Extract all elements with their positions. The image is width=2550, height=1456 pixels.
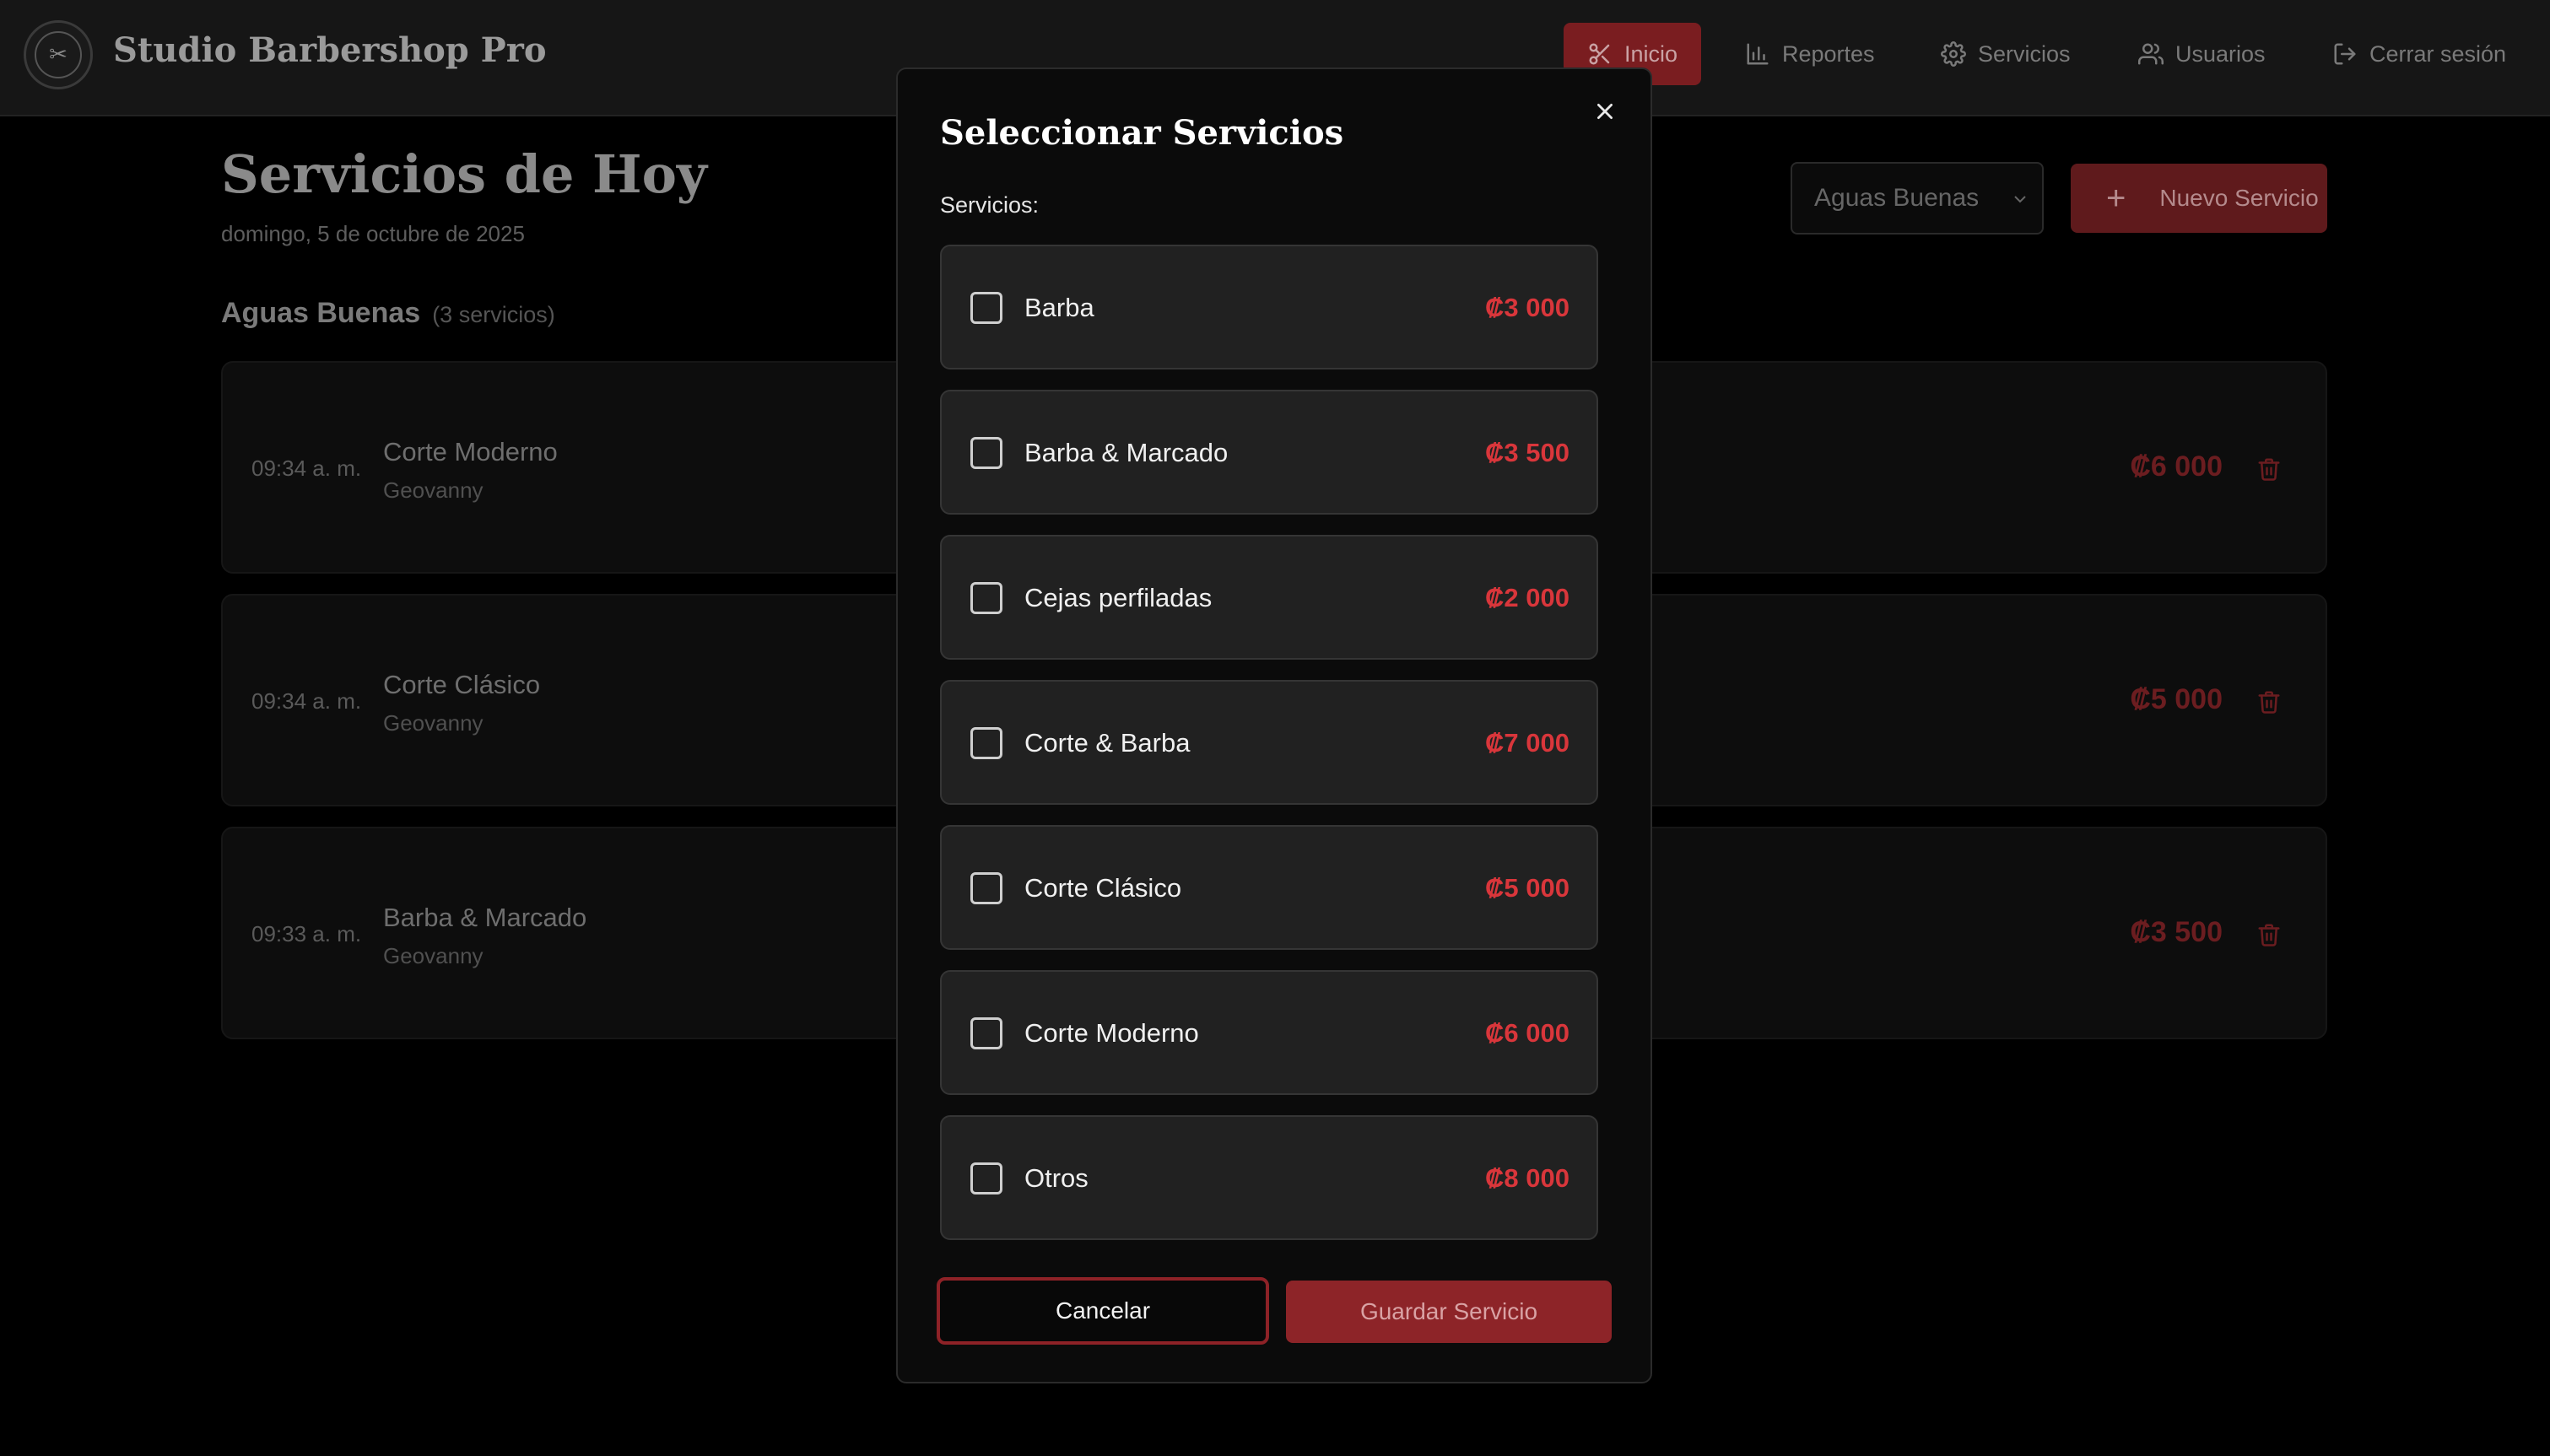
option-price: ₡3 500 — [1485, 438, 1569, 467]
service-checkbox[interactable] — [970, 727, 1002, 759]
option-price: ₡5 000 — [1485, 873, 1569, 903]
gear-icon — [1941, 41, 1966, 67]
nav-label: Inicio — [1624, 40, 1678, 67]
service-checkbox[interactable] — [970, 437, 1002, 469]
service-barber: Geovanny — [383, 943, 484, 968]
service-price: ₡3 500 — [2130, 916, 2223, 948]
barber-pole-icon: ✂ — [35, 31, 82, 78]
service-checkbox[interactable] — [970, 872, 1002, 904]
save-service-button[interactable]: Guardar Servicio — [1286, 1281, 1612, 1343]
service-option[interactable]: Otros ₡8 000 — [940, 1115, 1598, 1240]
trash-icon[interactable] — [2256, 688, 2282, 715]
service-option[interactable]: Corte Moderno ₡6 000 — [940, 970, 1598, 1095]
service-time: 09:33 a. m. — [251, 921, 362, 946]
service-barber: Geovanny — [383, 710, 484, 736]
option-price: ₡7 000 — [1485, 728, 1569, 758]
service-name: Corte Clásico — [383, 670, 541, 699]
chevron-down-icon — [2014, 196, 2026, 203]
service-time: 09:34 a. m. — [251, 456, 362, 481]
scissors-icon — [1589, 43, 1610, 65]
nav-label: Reportes — [1782, 40, 1875, 67]
page-date: domingo, 5 de octubre de 2025 — [221, 221, 525, 246]
service-option[interactable]: Barba ₡3 000 — [940, 245, 1598, 369]
option-price: ₡8 000 — [1485, 1163, 1569, 1193]
nav-servicios[interactable]: Servicios — [1941, 23, 2071, 85]
option-name: Barba & Marcado — [1024, 438, 1229, 467]
section-title: Aguas Buenas (3 servicios) — [221, 297, 555, 330]
option-name: Corte Moderno — [1024, 1018, 1199, 1048]
modal-title: Seleccionar Servicios — [940, 113, 1344, 153]
nav-usuarios[interactable]: Usuarios — [2138, 23, 2266, 85]
logout-icon — [2334, 43, 2356, 65]
section-count: (3 servicios) — [432, 302, 555, 327]
branch-select[interactable]: Aguas Buenas — [1791, 162, 2044, 235]
option-name: Corte Clásico — [1024, 873, 1182, 903]
service-name: Barba & Marcado — [383, 903, 587, 932]
section-branch-name: Aguas Buenas — [221, 297, 421, 329]
bar-chart-icon — [1747, 43, 1769, 65]
service-checkbox[interactable] — [970, 582, 1002, 614]
service-time: 09:34 a. m. — [251, 688, 362, 714]
service-option[interactable]: Corte & Barba ₡7 000 — [940, 680, 1598, 805]
branch-select-value: Aguas Buenas — [1814, 184, 1980, 212]
cancel-button[interactable]: Cancelar — [937, 1277, 1269, 1345]
new-service-label: Nuevo Servicio — [2159, 185, 2319, 211]
brand-name: Studio Barbershop Pro — [113, 30, 547, 70]
plus-icon: + — [2106, 180, 2126, 217]
trash-icon[interactable] — [2256, 456, 2282, 483]
service-checkbox[interactable] — [970, 292, 1002, 324]
service-option[interactable]: Barba & Marcado ₡3 500 — [940, 390, 1598, 515]
services-label: Servicios: — [940, 192, 1040, 218]
nav-label: Cerrar sesión — [2369, 40, 2507, 67]
service-name: Corte Moderno — [383, 437, 558, 466]
nav-cerrar-sesion[interactable]: Cerrar sesión — [2332, 23, 2506, 85]
new-service-button[interactable]: + Nuevo Servicio — [2071, 164, 2327, 233]
barbershop-logo[interactable]: ✂ — [24, 20, 93, 89]
page-title: Servicios de Hoy — [221, 143, 707, 205]
service-checkbox[interactable] — [970, 1017, 1002, 1049]
option-price: ₡3 000 — [1485, 293, 1569, 322]
select-services-modal: Seleccionar Servicios Servicios: Barba ₡… — [896, 67, 1652, 1383]
close-button[interactable] — [1590, 96, 1620, 127]
service-price: ₡5 000 — [2130, 683, 2223, 715]
nav-label: Usuarios — [2175, 40, 2266, 67]
option-price: ₡2 000 — [1485, 583, 1569, 612]
close-icon — [1597, 104, 1613, 119]
users-icon — [2138, 43, 2164, 65]
service-barber: Geovanny — [383, 477, 484, 503]
nav-reportes[interactable]: Reportes — [1745, 23, 1875, 85]
service-checkbox[interactable] — [970, 1162, 1002, 1194]
service-option[interactable]: Corte Clásico ₡5 000 — [940, 825, 1598, 950]
option-name: Cejas perfiladas — [1024, 583, 1213, 612]
option-name: Barba — [1024, 293, 1094, 322]
option-name: Otros — [1024, 1163, 1089, 1193]
trash-icon[interactable] — [2256, 921, 2282, 948]
option-name: Corte & Barba — [1024, 728, 1191, 758]
service-price: ₡6 000 — [2130, 450, 2223, 483]
nav-label: Servicios — [1978, 40, 2071, 67]
option-price: ₡6 000 — [1485, 1018, 1569, 1048]
service-option[interactable]: Cejas perfiladas ₡2 000 — [940, 535, 1598, 660]
